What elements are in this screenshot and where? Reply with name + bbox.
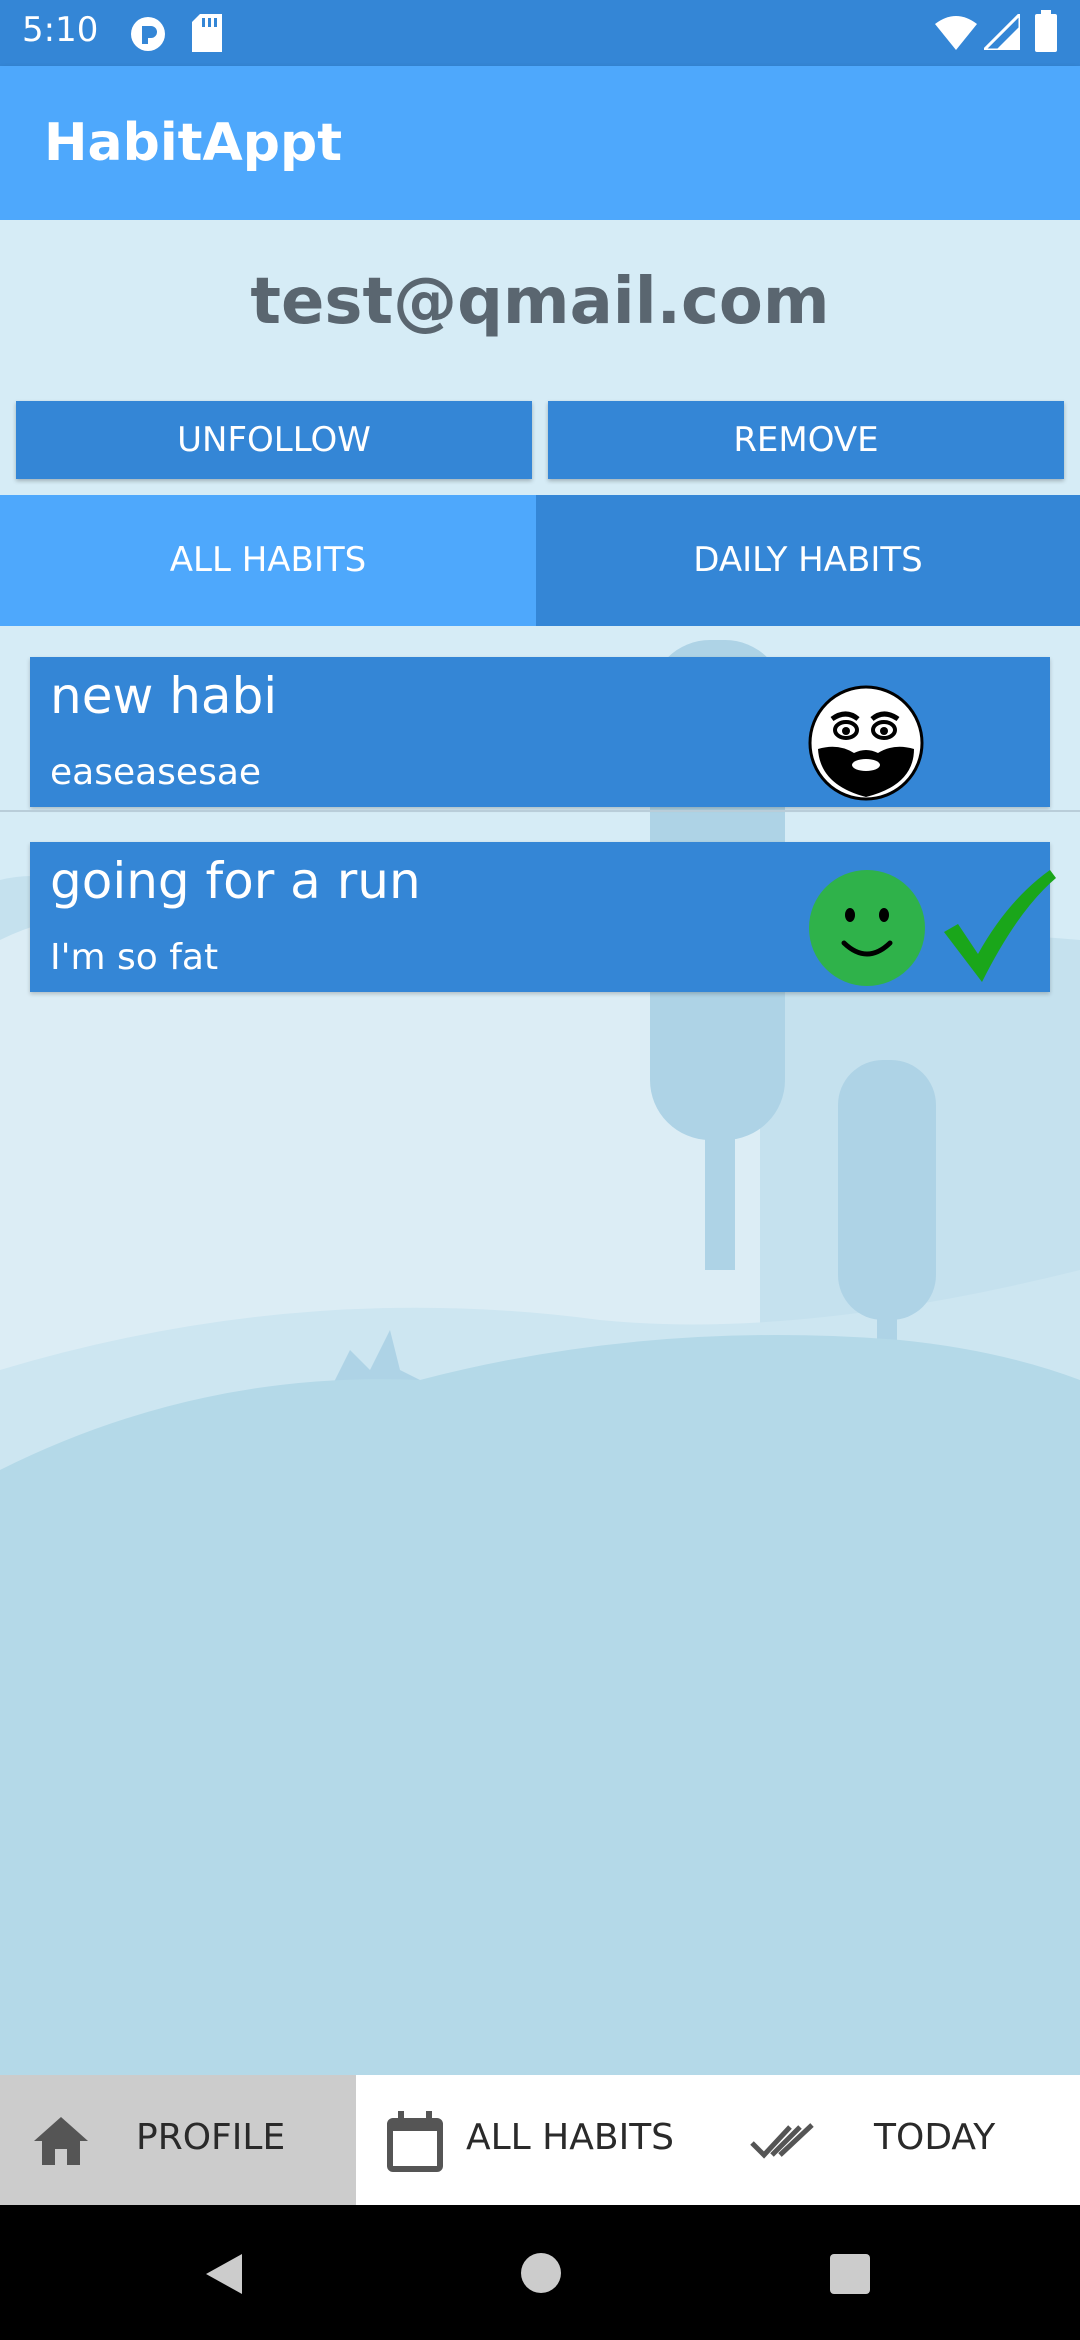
nav-label-all-habits: ALL HABITS: [466, 2117, 675, 2158]
nav-item-today[interactable]: TODAY: [726, 2075, 1080, 2205]
habit-name: going for a run: [50, 852, 421, 910]
smiley-face-icon: [809, 870, 925, 986]
battery-icon: [1035, 10, 1057, 52]
home-button-icon[interactable]: [520, 2252, 562, 2294]
remove-button[interactable]: REMOVE: [548, 401, 1064, 479]
bottom-navigation: PROFILE ALL HABITS TODAY: [0, 2075, 1080, 2205]
home-icon: [34, 2117, 88, 2165]
tab-daily-habits[interactable]: DAILY HABITS: [536, 495, 1080, 626]
calendar-icon: [387, 2111, 443, 2172]
wifi-icon: [935, 16, 977, 50]
back-icon[interactable]: [202, 2252, 246, 2296]
sd-card-icon: [192, 14, 222, 52]
status-bar: 5:10: [0, 0, 1080, 66]
habit-description: I'm so fat: [50, 937, 219, 978]
double-check-icon: [750, 2123, 814, 2159]
habit-card[interactable]: going for a run I'm so fat: [30, 842, 1056, 992]
habit-name: new habi: [50, 667, 278, 725]
app-bar: HabitAppt: [0, 66, 1080, 220]
data-saver-icon: [131, 17, 165, 51]
app-title: HabitAppt: [44, 113, 343, 173]
signal-icon: [984, 14, 1020, 50]
status-time: 5:10: [22, 10, 99, 50]
tab-all-habits[interactable]: ALL HABITS: [0, 495, 536, 626]
nav-label-today: TODAY: [874, 2117, 996, 2158]
profile-email: test@qmail.com: [250, 265, 830, 339]
nav-label-profile: PROFILE: [136, 2117, 286, 2158]
list-divider: [0, 810, 1080, 812]
system-navigation-bar: [0, 2205, 1080, 2340]
unfollow-button[interactable]: UNFOLLOW: [16, 401, 532, 479]
check-icon: [944, 870, 1056, 982]
nav-item-profile[interactable]: PROFILE: [0, 2075, 356, 2205]
recents-icon[interactable]: [830, 2254, 870, 2294]
meme-face-icon: [808, 685, 924, 801]
nav-item-all-habits[interactable]: ALL HABITS: [356, 2075, 726, 2205]
habit-description: easeasesae: [50, 752, 262, 793]
habit-card[interactable]: new habi easeasesae: [30, 657, 1050, 807]
